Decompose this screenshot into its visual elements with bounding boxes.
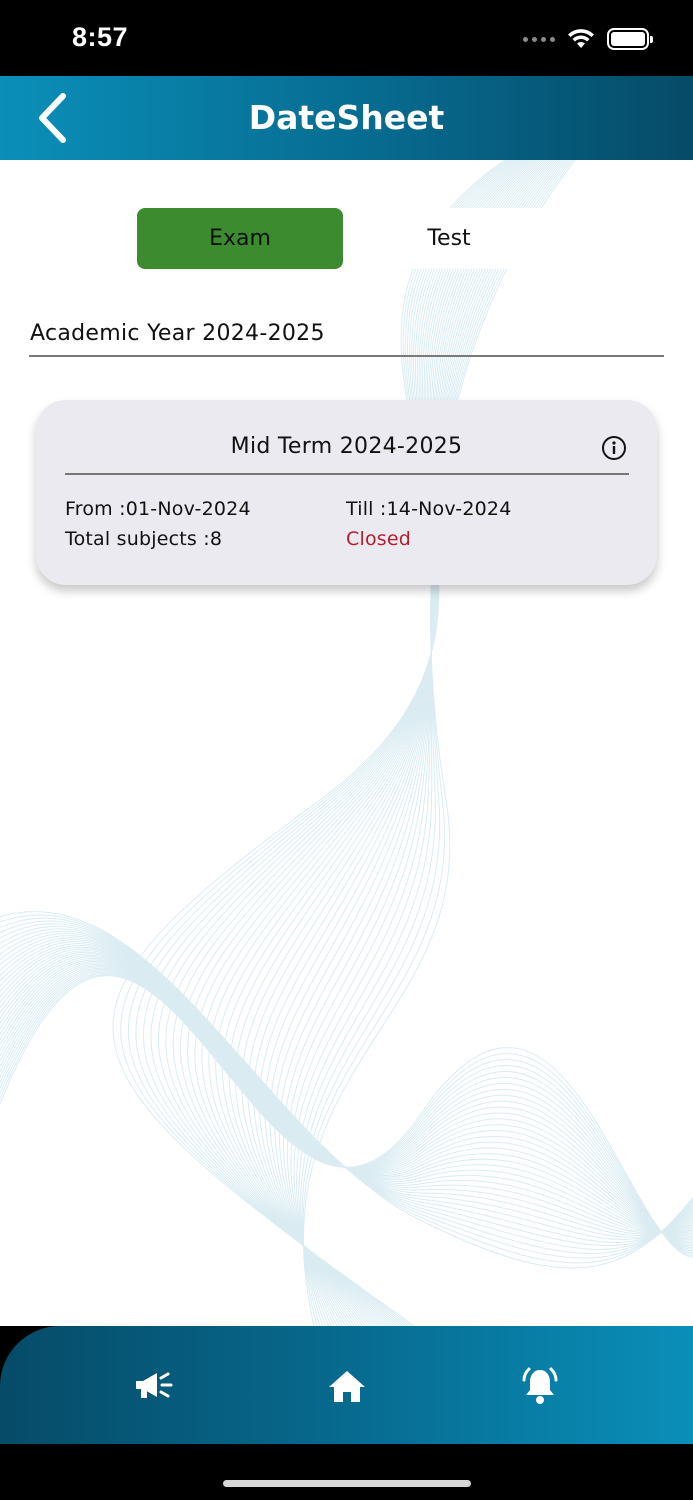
signal-dots-icon	[523, 36, 555, 42]
home-indicator-area	[0, 1444, 693, 1500]
status-bar: 8:57	[0, 0, 693, 76]
info-icon[interactable]	[601, 435, 627, 461]
exam-card-divider	[65, 473, 629, 475]
academic-year-label[interactable]: Academic Year 2024-2025	[30, 321, 325, 346]
battery-icon	[607, 28, 653, 50]
main-content: Exam Test Academic Year 2024-2025 Mid Te…	[0, 160, 693, 1326]
status-time: 8:57	[72, 22, 129, 52]
exam-test-toggle: Exam Test	[137, 208, 555, 269]
bottom-nav	[0, 1326, 693, 1444]
status-icons	[523, 28, 653, 50]
bell-icon	[522, 1367, 558, 1404]
app-header: DateSheet	[0, 76, 693, 160]
page-title: DateSheet	[248, 98, 445, 137]
home-indicator[interactable]	[223, 1480, 471, 1487]
tab-test[interactable]: Test	[343, 208, 555, 269]
tab-exam[interactable]: Exam	[137, 208, 343, 269]
announcements-button[interactable]	[132, 1364, 176, 1408]
exam-from-date: From :01-Nov-2024	[65, 498, 251, 520]
academic-year-underline	[29, 355, 664, 357]
notifications-button[interactable]	[518, 1364, 562, 1408]
exam-card-title: Mid Term 2024-2025	[230, 434, 463, 459]
exam-card[interactable]: Mid Term 2024-2025 From :01-Nov-2024 Til…	[36, 400, 657, 585]
exam-status-badge: Closed	[346, 528, 412, 550]
exam-till-date: Till :14-Nov-2024	[346, 498, 512, 520]
megaphone-icon	[136, 1372, 173, 1398]
exam-total-subjects: Total subjects :8	[65, 528, 223, 550]
home-icon	[329, 1371, 365, 1402]
home-button[interactable]	[325, 1364, 369, 1408]
wifi-icon	[568, 29, 594, 48]
